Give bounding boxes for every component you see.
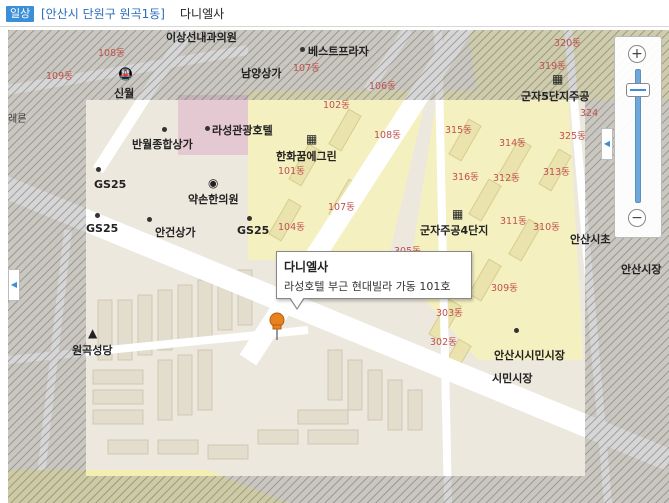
place-label[interactable]: 군자5단지주공 — [521, 88, 589, 104]
dong-label: 302동 — [430, 337, 457, 348]
zoom-control: + − — [614, 36, 662, 238]
popup-tail-inner — [290, 297, 304, 308]
dong-label: 101동 — [278, 166, 305, 177]
dong-label: 310동 — [533, 222, 560, 233]
dong-label: 325동 — [559, 131, 586, 142]
place-label[interactable]: 군자주공4단지 — [420, 222, 488, 238]
place-label[interactable]: 안산시초 — [570, 231, 610, 247]
popup-title: 다니엘사 — [284, 260, 329, 274]
dong-label: 319동 — [539, 61, 566, 72]
business-name: 다니엘사 — [180, 7, 225, 21]
poi-dot — [95, 213, 100, 218]
poi-dot — [162, 127, 167, 132]
dong-label: 104동 — [278, 222, 305, 233]
poi-dot — [247, 216, 252, 221]
place-label[interactable]: 베스트프라자 — [308, 43, 369, 59]
left-panel-toggle[interactable]: ◀ — [8, 269, 20, 301]
place-label[interactable]: 안산시시민시장 — [494, 347, 565, 363]
dong-label: 109동 — [46, 71, 73, 82]
place-label[interactable]: 안건상가 — [155, 224, 195, 240]
apartment-icon: ▦ — [452, 207, 464, 221]
dong-label: 102동 — [323, 100, 350, 111]
dong-label: 108동 — [374, 130, 401, 141]
category-badge: 일상 — [6, 6, 35, 22]
place-label[interactable]: 반월종합상가 — [132, 136, 193, 152]
place-label[interactable]: 남양상가 — [241, 65, 281, 81]
subway-icon: 🚇 — [118, 67, 133, 81]
dong-label: 106동 — [369, 81, 396, 92]
zoom-slider-handle[interactable] — [626, 83, 650, 98]
dong-label: 108동 — [98, 48, 125, 59]
info-popup: 다니엘사 라성호텔 부근 현대빌라 가동 101호 — [276, 251, 472, 310]
place-label[interactable]: 한화꿈에그린 — [276, 148, 337, 164]
place-label[interactable]: 이상선내과의원 — [166, 30, 237, 45]
poi-dot — [205, 126, 210, 131]
dong-label: 311동 — [500, 216, 527, 227]
dong-label: 320동 — [554, 38, 581, 49]
address-link[interactable]: [안산시 단원구 원곡1동] — [41, 6, 165, 22]
zoom-in-button[interactable]: + — [628, 45, 646, 63]
place-label[interactable]: 라성관광호텔 — [212, 122, 273, 138]
dong-label: 316동 — [452, 172, 479, 183]
apartment-icon: ▦ — [306, 132, 318, 146]
right-panel-toggle[interactable]: ◀ — [601, 128, 613, 160]
place-label[interactable]: 원곡성당 — [72, 342, 112, 358]
dong-label: 303동 — [436, 308, 463, 319]
place-label[interactable]: 약손한의원 — [188, 191, 239, 207]
zoom-out-button[interactable]: − — [628, 209, 646, 227]
apartment-icon: ▦ — [552, 72, 564, 86]
dong-label: 314동 — [499, 138, 526, 149]
place-label: 레른 — [8, 114, 27, 125]
place-label[interactable]: GS25 — [94, 178, 126, 191]
place-label[interactable]: GS25 — [237, 224, 269, 237]
place-label[interactable]: 시민시장 — [492, 370, 532, 386]
location-pin-icon[interactable] — [266, 311, 288, 341]
dong-label: 312동 — [493, 173, 520, 184]
poi-dot — [147, 217, 152, 222]
dong-label: 313동 — [543, 167, 570, 178]
place-label[interactable]: 신월 — [114, 85, 134, 101]
dong-label: 315동 — [445, 125, 472, 136]
dong-label: 324 — [580, 108, 599, 119]
header-bar: 일상 [안산시 단원구 원곡1동] 다니엘사 — [0, 0, 669, 27]
church-icon: ▲ — [88, 326, 98, 340]
place-label[interactable]: GS25 — [86, 222, 118, 235]
poi-dot — [96, 167, 101, 172]
hospital-icon: ◉ — [208, 176, 219, 190]
poi-dot — [300, 47, 305, 52]
map-view[interactable]: 108동 109동 107동 106동 102동 108동 101동 107동 … — [8, 30, 669, 503]
poi-dot — [514, 328, 519, 333]
dong-label: 107동 — [293, 63, 320, 74]
popup-description: 라성호텔 부근 현대빌라 가동 101호 — [284, 280, 451, 293]
dong-label: 107동 — [328, 202, 355, 213]
place-label[interactable]: 안산시장 — [621, 261, 661, 277]
dong-label: 309동 — [491, 283, 518, 294]
